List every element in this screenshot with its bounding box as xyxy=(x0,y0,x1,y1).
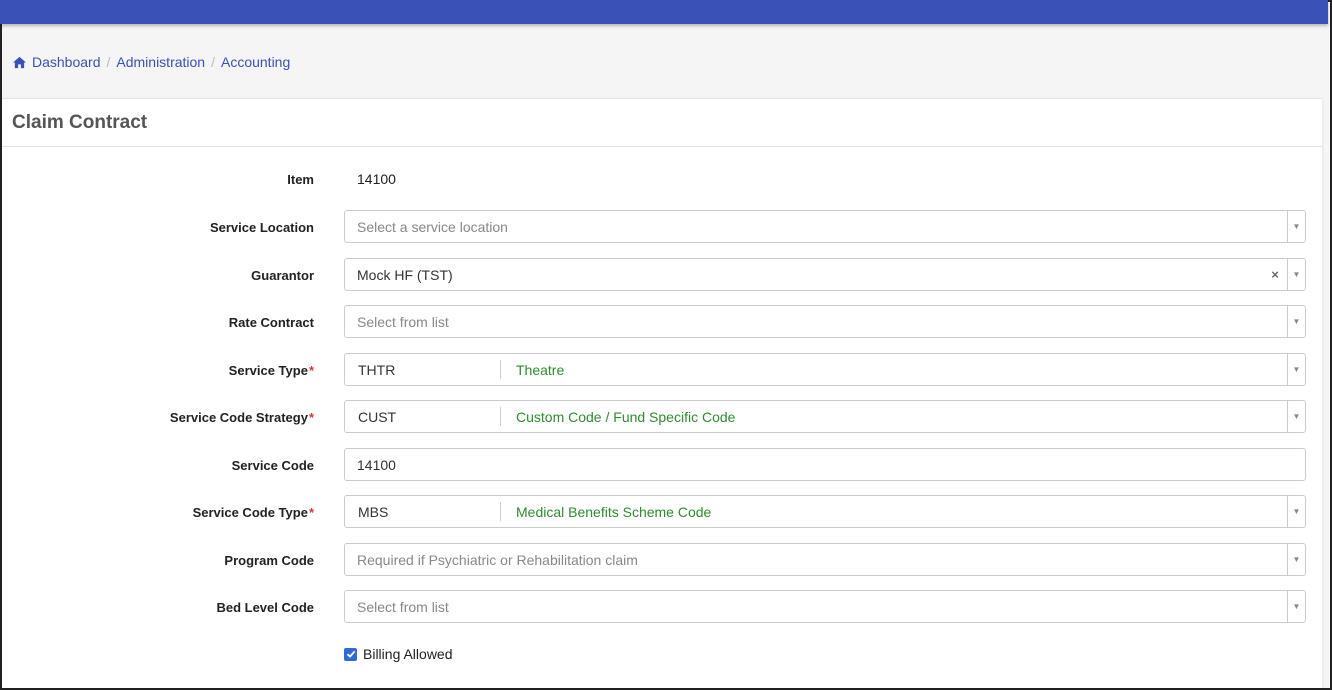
clear-icon[interactable]: × xyxy=(1265,267,1285,282)
checkbox-checked-icon[interactable] xyxy=(344,647,357,661)
service-code-type-select[interactable]: MBS Medical Benefits Scheme Code ▼ xyxy=(344,495,1306,528)
service-location-row: Service Location Select a service locati… xyxy=(2,210,1322,244)
chevron-down-icon[interactable]: ▼ xyxy=(1287,591,1305,622)
chevron-down-icon[interactable]: ▼ xyxy=(1287,401,1305,432)
rate-contract-label: Rate Contract xyxy=(228,314,314,330)
service-location-placeholder: Select a service location xyxy=(357,218,508,235)
service-type-code: THTR xyxy=(358,361,396,378)
service-code-type-row: Service Code Type* MBS Medical Benefits … xyxy=(2,495,1322,529)
service-code-type-description: Medical Benefits Scheme Code xyxy=(516,503,712,520)
guarantor-label: Guarantor xyxy=(251,267,314,283)
chevron-down-icon[interactable]: ▼ xyxy=(1287,354,1305,385)
bed-level-code-placeholder: Select from list xyxy=(357,598,449,615)
breadcrumb: Dashboard / Administration / Accounting xyxy=(12,52,290,72)
service-code-value: 14100 xyxy=(357,456,396,473)
guarantor-select[interactable]: Mock HF (TST) × ▼ xyxy=(344,258,1306,291)
program-code-label: Program Code xyxy=(224,552,314,568)
bed-level-code-select[interactable]: Select from list ▼ xyxy=(344,590,1306,623)
service-code-strategy-label: Service Code Strategy* xyxy=(169,409,314,425)
service-code-strategy-row: Service Code Strategy* CUST Custom Code … xyxy=(2,400,1322,434)
panel-header: Claim Contract xyxy=(2,99,1322,147)
billing-allowed-checkbox[interactable]: Billing Allowed xyxy=(344,646,453,662)
required-marker: * xyxy=(308,504,314,520)
rate-contract-row: Rate Contract Select from list ▼ xyxy=(2,305,1322,339)
guarantor-row: Guarantor Mock HF (TST) × ▼ xyxy=(2,258,1322,292)
chevron-down-icon[interactable]: ▼ xyxy=(1287,259,1305,290)
service-type-label: Service Type* xyxy=(228,362,314,378)
service-location-label: Service Location xyxy=(209,219,314,235)
service-location-select[interactable]: Select a service location ▼ xyxy=(344,210,1306,243)
breadcrumb-administration[interactable]: Administration xyxy=(116,54,205,70)
required-marker: * xyxy=(308,362,314,378)
home-icon[interactable] xyxy=(12,56,27,69)
item-label: Item xyxy=(287,171,314,187)
service-type-description: Theatre xyxy=(516,361,565,378)
service-code-input[interactable]: 14100 xyxy=(344,448,1306,481)
service-code-label: Service Code xyxy=(231,457,314,473)
item-value: 14100 xyxy=(357,171,396,187)
breadcrumb-separator: / xyxy=(211,54,215,70)
service-code-type-code: MBS xyxy=(358,503,389,520)
rate-contract-placeholder: Select from list xyxy=(357,313,449,330)
claim-contract-panel: Claim Contract Item 14100 Service Locati… xyxy=(2,98,1322,688)
item-row: Item 14100 xyxy=(2,162,1322,196)
service-code-strategy-code: CUST xyxy=(358,408,397,425)
chevron-down-icon[interactable]: ▼ xyxy=(1287,306,1305,337)
breadcrumb-separator: / xyxy=(106,54,111,70)
chevron-down-icon[interactable]: ▼ xyxy=(1287,496,1305,527)
bed-level-code-label: Bed Level Code xyxy=(216,599,314,615)
breadcrumb-dashboard[interactable]: Dashboard xyxy=(32,54,101,70)
service-code-strategy-description: Custom Code / Fund Specific Code xyxy=(516,408,736,425)
breadcrumb-accounting[interactable]: Accounting xyxy=(221,54,290,70)
chevron-down-icon[interactable]: ▼ xyxy=(1287,544,1305,575)
service-code-type-label: Service Code Type* xyxy=(192,504,314,520)
service-code-strategy-select[interactable]: CUST Custom Code / Fund Specific Code ▼ xyxy=(344,400,1306,433)
top-navbar xyxy=(0,0,1328,24)
service-type-row: Service Type* THTR Theatre ▼ xyxy=(2,353,1322,387)
rate-contract-select[interactable]: Select from list ▼ xyxy=(344,305,1306,338)
bed-level-code-row: Bed Level Code Select from list ▼ xyxy=(2,590,1322,624)
chevron-down-icon[interactable]: ▼ xyxy=(1287,211,1305,242)
billing-allowed-label: Billing Allowed xyxy=(363,646,453,662)
service-code-row: Service Code 14100 xyxy=(2,448,1322,482)
panel-title: Claim Contract xyxy=(12,111,148,133)
program-code-placeholder: Required if Psychiatric or Rehabilitatio… xyxy=(357,551,638,568)
program-code-row: Program Code Required if Psychiatric or … xyxy=(2,543,1322,577)
service-type-select[interactable]: THTR Theatre ▼ xyxy=(344,353,1306,386)
program-code-select[interactable]: Required if Psychiatric or Rehabilitatio… xyxy=(344,543,1306,576)
guarantor-value: Mock HF (TST) xyxy=(357,266,453,283)
required-marker: * xyxy=(308,409,314,425)
